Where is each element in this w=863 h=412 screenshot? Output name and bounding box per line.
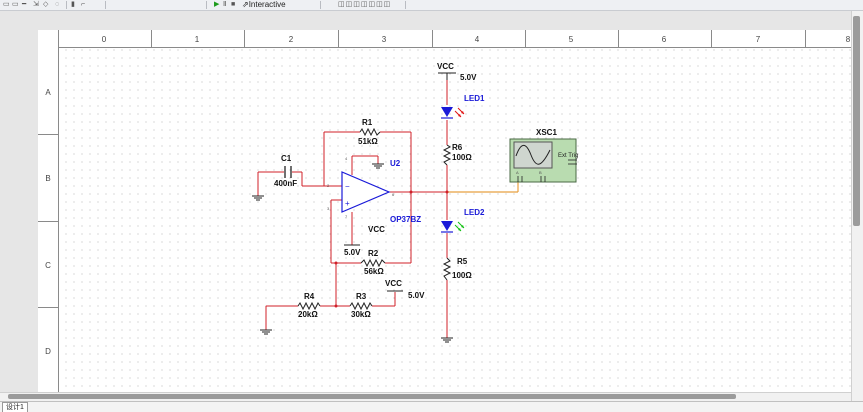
r3-label: R3 (356, 292, 367, 301)
u2-part-label: OP37BZ (390, 215, 421, 224)
r2-value: 56kΩ (364, 267, 384, 276)
resistor-r4[interactable]: R4 20kΩ (297, 292, 321, 319)
r1-label: R1 (362, 118, 373, 127)
vcc-mid-source[interactable]: VCC 5.0V (385, 279, 425, 300)
pin-label: 4 (345, 156, 348, 161)
noninverting-sign-icon: + (345, 199, 350, 208)
circuit-schematic: VCC 5.0V LED1 R6 100Ω LED2 R5 100Ω R1 51… (252, 62, 578, 343)
led1-label: LED1 (464, 94, 485, 103)
vcc-top-source[interactable]: VCC 5.0V (437, 62, 477, 82)
c1-value: 400nF (274, 179, 297, 188)
r2-label: R2 (368, 249, 379, 258)
pin-label: 3 (327, 206, 330, 211)
r6-label: R6 (452, 143, 463, 152)
scope-channel-label: A (516, 170, 519, 175)
ground-icon (441, 337, 453, 343)
vcc-mid-label: VCC (385, 279, 402, 288)
r6-value: 100Ω (452, 153, 472, 162)
resistor-r3[interactable]: R3 30kΩ (349, 292, 373, 319)
pin-label: 7 (345, 214, 348, 219)
vcc-top-value: 5.0V (460, 73, 477, 82)
status-bar (0, 401, 863, 412)
scope-channel-label: B (539, 170, 542, 175)
resistor-r6[interactable]: R6 100Ω (442, 143, 472, 166)
r3-value: 30kΩ (351, 310, 371, 319)
ground-icon (252, 195, 264, 201)
u2-supply-label: VCC (368, 225, 385, 234)
c1-label: C1 (281, 154, 292, 163)
led2[interactable]: LED2 (441, 208, 485, 233)
u2-supply-value: 5.0V (344, 248, 361, 257)
vcc-mid-value: 5.0V (408, 291, 425, 300)
pin-label: 6 (392, 192, 395, 197)
led1[interactable]: LED1 (441, 94, 485, 119)
oscilloscope-xsc1[interactable]: XSC1 Ext Trig A B (509, 128, 578, 183)
r4-value: 20kΩ (298, 310, 318, 319)
resistor-r1[interactable]: R1 51kΩ (358, 118, 381, 146)
horizontal-scrollbar-thumb[interactable] (8, 394, 736, 399)
led2-label: LED2 (464, 208, 485, 217)
xsc1-label: XSC1 (536, 128, 557, 137)
resistor-r2[interactable]: R2 56kΩ (360, 249, 386, 276)
ground-icon (372, 163, 384, 169)
ground-icon (260, 329, 272, 335)
r1-value: 51kΩ (358, 137, 378, 146)
scope-probe-wire[interactable] (447, 180, 519, 193)
resistor-r5[interactable]: R5 100Ω (442, 257, 472, 281)
r4-label: R4 (304, 292, 315, 301)
capacitor-c1[interactable]: C1 400nF (274, 154, 297, 188)
tab-label: 设计1 (6, 404, 24, 411)
r5-label: R5 (457, 257, 468, 266)
r5-value: 100Ω (452, 271, 472, 280)
u2-supply[interactable]: VCC 5.0V (344, 225, 385, 257)
vcc-top-label: VCC (437, 62, 454, 71)
vertical-scrollbar-thumb[interactable] (853, 16, 860, 226)
ext-trig-label: Ext Trig (558, 153, 578, 159)
inverting-sign-icon: − (345, 182, 350, 191)
u2-label: U2 (390, 159, 401, 168)
